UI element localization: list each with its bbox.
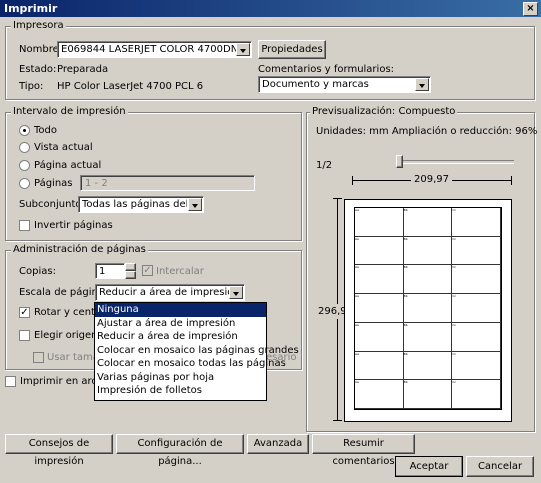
preview-cell: Bb — [403, 380, 453, 409]
chevron-down-icon — [188, 198, 202, 211]
preview-cell: Bb — [403, 294, 453, 323]
preview-page-number: 1/2 — [316, 160, 333, 171]
scaling-option[interactable]: Ninguna — [95, 303, 266, 317]
subset-dropdown[interactable]: Todas las páginas del inter — [78, 196, 204, 213]
radio-current-view[interactable] — [19, 142, 30, 153]
radio-all-label[interactable]: Todo — [34, 125, 57, 136]
print-tips-button[interactable]: Consejos de impresión — [5, 434, 113, 467]
radio-pages[interactable] — [19, 178, 30, 189]
collate-label[interactable]: Intercalar — [156, 266, 204, 277]
close-button[interactable]: × — [523, 2, 538, 16]
preview-cell: Cc — [452, 380, 501, 409]
preview-cell: Bb — [403, 236, 453, 266]
print-to-file-checkbox[interactable] — [5, 376, 16, 387]
type-value: HP Color LaserJet 4700 PCL 6 — [57, 81, 204, 92]
subset-value: Todas las páginas del inter — [82, 199, 187, 210]
cancel-button[interactable]: Cancelar — [466, 456, 534, 477]
preview-slider-thumb[interactable] — [396, 155, 403, 168]
scaling-option[interactable]: Ajustar a área de impresión — [95, 317, 266, 331]
height-bottom-tick — [333, 420, 342, 421]
comments-label: Comentarios y formularios: — [258, 64, 395, 75]
use-size-checkbox[interactable] — [33, 352, 44, 363]
preview-slider-track — [396, 160, 514, 164]
width-right-tick — [511, 176, 512, 185]
preview-cell: Aa — [355, 294, 404, 323]
printer-name-dropdown[interactable]: E069844 LASERJET COLOR 4700DN — [57, 41, 252, 58]
comments-value: Documento y marcas — [262, 79, 369, 90]
preview-cell: Aa — [355, 322, 404, 352]
radio-current-page-label[interactable]: Página actual — [34, 160, 101, 171]
print-range-title: Intervalo de impresión — [11, 106, 128, 117]
preview-cell: Cc — [452, 294, 501, 323]
width-dimension-value: 209,97 — [411, 174, 452, 185]
status-label: Estado: — [19, 64, 57, 75]
preview-cell: Aa — [355, 265, 404, 295]
copies-up-button[interactable] — [125, 263, 136, 271]
page-scaling-dropdown[interactable]: Reducir a área de impresión — [95, 284, 245, 301]
width-left-tick — [352, 176, 353, 185]
subset-label: Subconjunto: — [19, 199, 85, 210]
preview-cell: Aa — [355, 208, 404, 237]
copies-value: 1 — [99, 266, 106, 277]
preview-units: Unidades: mm Ampliación o reducción: 96% — [316, 126, 538, 137]
preview-cell: Bb — [403, 351, 453, 381]
scaling-option[interactable]: Reducir a área de impresión — [95, 330, 266, 344]
page-handling-title: Administración de páginas — [11, 244, 148, 255]
radio-current-view-label[interactable]: Vista actual — [34, 142, 93, 153]
printer-name-value: E069844 LASERJET COLOR 4700DN — [61, 44, 239, 55]
preview-cell: Bb — [403, 322, 453, 352]
pages-input-value: 1 - 2 — [85, 178, 108, 189]
scaling-option[interactable]: Colocar en mosaico todas las páginas — [95, 357, 286, 371]
printer-name-label: Nombre: — [19, 44, 63, 55]
scaling-option[interactable]: Varias páginas por hoja — [95, 371, 266, 385]
radio-all[interactable] — [19, 125, 30, 136]
preview-table: Aa Bb Cc Aa Bb Cc Aa Bb Cc Aa Bb Cc Aa Bb Cc Aa Bb Cc Aa Bb… — [354, 207, 502, 410]
page-scaling-listbox[interactable]: Ninguna Ajustar a área de impresión Redu… — [94, 302, 299, 401]
height-top-tick — [333, 198, 342, 199]
ok-button[interactable]: Aceptar — [395, 456, 463, 477]
preview-title: Previsualización: Compuesto — [310, 106, 458, 117]
page-scaling-value: Reducir a área de impresión — [99, 287, 240, 298]
preview-page: Aa Bb Cc Aa Bb Cc Aa Bb Cc Aa Bb Cc Aa Bb Cc Aa Bb Cc Aa Bb… — [344, 199, 512, 422]
chevron-down-icon — [229, 286, 243, 299]
collate-checkbox[interactable]: ✓ — [142, 265, 153, 276]
preview-cell: Bb — [403, 265, 453, 295]
choose-source-checkbox[interactable] — [19, 330, 30, 341]
advanced-button[interactable]: Avanzada — [247, 434, 309, 454]
copies-input[interactable]: 1 — [95, 263, 125, 279]
copies-down-button[interactable] — [125, 271, 136, 279]
window-title: Imprimir — [4, 2, 58, 15]
preview-cell: Aa — [355, 380, 404, 409]
comments-dropdown[interactable]: Documento y marcas — [258, 76, 431, 93]
properties-button[interactable]: Propiedades — [258, 40, 326, 59]
printer-group-title: Impresora — [11, 20, 66, 31]
preview-cell: Cc — [452, 236, 501, 266]
reverse-pages-checkbox[interactable] — [19, 220, 30, 231]
preview-cell: Bb — [403, 208, 453, 237]
chevron-down-icon — [415, 78, 429, 91]
title-bar: Imprimir × — [0, 0, 541, 17]
preview-cell: Cc — [452, 208, 501, 237]
preview-cell: Aa — [355, 236, 404, 266]
status-value: Preparada — [57, 64, 109, 75]
radio-current-page[interactable] — [19, 160, 30, 171]
preview-cell: Cc — [452, 322, 501, 352]
summarize-comments-button[interactable]: Resumir comentarios — [312, 434, 415, 467]
scaling-option[interactable]: Colocar en mosaico las páginas grandes — [95, 344, 299, 358]
copies-label: Copias: — [19, 266, 56, 277]
chevron-down-icon — [236, 43, 250, 56]
radio-pages-label[interactable]: Páginas — [34, 178, 73, 189]
type-label: Tipo: — [19, 81, 44, 92]
preview-cell: Cc — [452, 351, 501, 381]
pages-input[interactable]: 1 - 2 — [80, 175, 255, 191]
page-setup-button[interactable]: Configuración de página... — [116, 434, 244, 467]
scaling-option[interactable]: Impresión de folletos — [95, 384, 266, 398]
preview-cell: Cc — [452, 265, 501, 295]
preview-cell: Aa — [355, 351, 404, 381]
reverse-pages-label[interactable]: Invertir páginas — [34, 220, 113, 231]
rotate-center-checkbox[interactable]: ✓ — [19, 307, 30, 318]
